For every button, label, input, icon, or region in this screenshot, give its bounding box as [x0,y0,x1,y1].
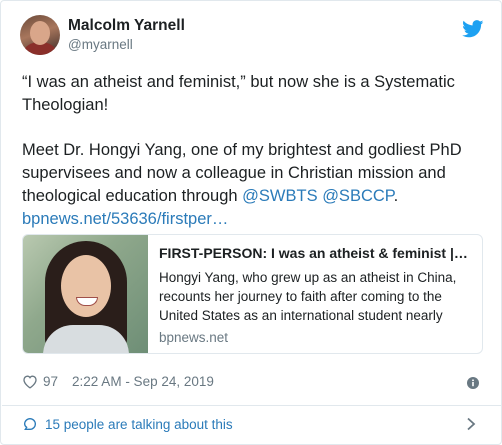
heart-icon[interactable] [22,374,38,389]
tweet-timestamp[interactable]: 2:22 AM - Sep 24, 2019 [72,374,214,389]
link-preview-card[interactable]: FIRST-PERSON: I was an atheist & feminis… [22,234,483,354]
mention-swbts-link[interactable]: @SWBTS [242,187,317,205]
tweet-text: “I was an atheist and feminist,” but now… [22,71,482,231]
like-count[interactable]: 97 [43,374,58,389]
tweet-paragraph-2: Meet Dr. Hongyi Yang, one of my brightes… [22,139,482,231]
avatar[interactable] [20,15,60,55]
mention-sbccp-link[interactable]: @SBCCP [322,187,393,205]
author-handle[interactable]: @myarnell [68,37,133,52]
speech-bubble-icon [23,417,37,430]
tweet-meta: 97 2:22 AM - Sep 24, 2019 [22,374,214,389]
conversation-text[interactable]: 15 people are talking about this [45,417,233,432]
article-url-link[interactable]: bpnews.net/53636/firstper… [22,210,228,228]
chevron-right-icon[interactable] [466,417,476,431]
tweet-line-1: “I was an atheist and feminist,” but now… [22,73,455,114]
author-name[interactable]: Malcolm Yarnell [68,17,185,35]
twitter-bird-icon[interactable] [462,20,484,38]
preview-title[interactable]: FIRST-PERSON: I was an atheist & feminis… [159,244,475,262]
preview-domain: bpnews.net [159,330,229,345]
tweet-period: . [393,187,399,205]
tweet-card[interactable]: Malcolm Yarnell @myarnell “I was an athe… [0,0,502,445]
preview-description: Hongyi Yang, who grew up as an atheist i… [159,270,457,323]
conversation-link[interactable]: 15 people are talking about this [22,416,233,432]
divider [2,405,502,406]
preview-thumbnail[interactable] [23,235,148,353]
info-icon[interactable] [467,377,479,389]
preview-body[interactable]: FIRST-PERSON: I was an atheist & feminis… [159,244,475,345]
